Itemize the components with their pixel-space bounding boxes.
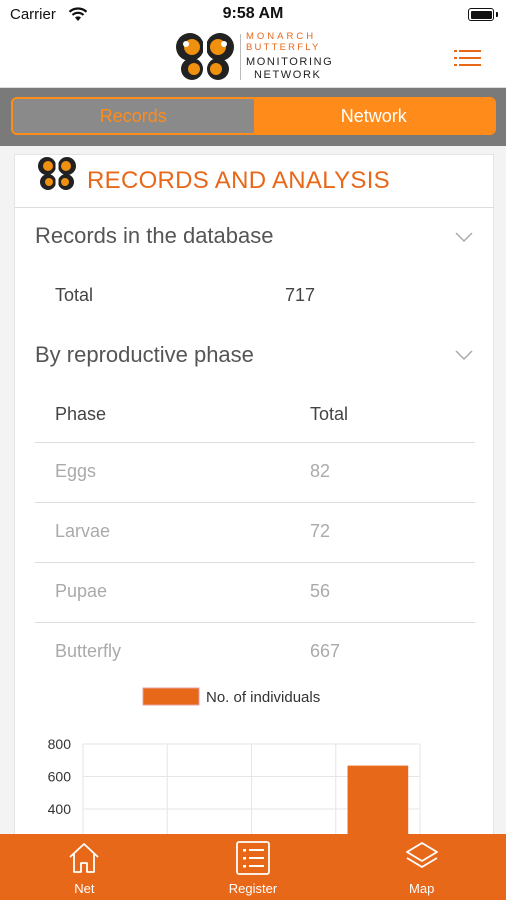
column-header-phase: Phase: [55, 404, 107, 424]
bottom-nav: Net Register Map: [0, 834, 506, 900]
monarch-logo-icon: [38, 157, 76, 191]
status-bar: Carrier 9:58 AM: [0, 0, 506, 30]
legend-swatch: [142, 687, 200, 706]
tab-bar: Records Network: [0, 88, 506, 146]
phase-cell: Eggs: [55, 461, 97, 481]
app-header: MONARCH BUTTERFLY MONITORING NETWORK: [0, 30, 506, 88]
y-tick-label: 800: [48, 736, 72, 752]
logo-line-1: MONARCH: [246, 31, 317, 42]
card-header: RECORDS AND ANALYSIS: [15, 155, 493, 208]
y-tick-label: 400: [48, 801, 72, 817]
column-header-total: Total: [310, 404, 349, 424]
table-row: Butterfly 667: [35, 623, 475, 683]
monarch-logo-icon: [176, 33, 234, 82]
layers-icon: [405, 842, 438, 868]
bar: [347, 765, 409, 834]
nav-label: Register: [228, 881, 278, 896]
table-row: Eggs 82: [35, 443, 475, 503]
phase-cell: Butterfly: [55, 641, 122, 661]
phase-cell: Larvae: [55, 521, 111, 541]
card-title: RECORDS AND ANALYSIS: [87, 167, 390, 194]
menu-icon[interactable]: [454, 49, 481, 67]
content-area[interactable]: RECORDS AND ANALYSIS Records in the data…: [0, 146, 506, 834]
section-title-phase[interactable]: By reproductive phase: [35, 342, 254, 368]
table-header-row: Phase Total: [35, 388, 475, 443]
nav-item-map[interactable]: Map: [337, 834, 506, 900]
total-cell: 72: [310, 521, 331, 541]
tab-records[interactable]: Records: [13, 99, 254, 133]
phase-table: Phase Total Eggs 82 Larvae 72 Pupae 56 B…: [35, 388, 475, 683]
y-tick-label: 600: [48, 769, 72, 785]
table-row: Pupae 56: [35, 563, 475, 623]
section-title-database[interactable]: Records in the database: [35, 223, 274, 249]
logo-wordmark: MONARCH BUTTERFLY MONITORING NETWORK: [246, 32, 346, 81]
total-cell: 82: [310, 461, 331, 481]
segmented-control: Records Network: [11, 97, 496, 135]
total-cell: 667: [310, 641, 341, 661]
list-icon: [236, 841, 270, 875]
tab-network[interactable]: Network: [253, 99, 494, 133]
logo-divider: [240, 34, 241, 80]
total-label: Total: [55, 285, 94, 305]
nav-item-net[interactable]: Net: [0, 834, 169, 900]
clock: 9:58 AM: [222, 5, 284, 22]
home-icon: [69, 843, 99, 873]
individuals-bar-chart: No. of individuals200400600800: [48, 687, 421, 834]
nav-label: Map: [409, 881, 435, 896]
logo-line-3: MONITORING: [246, 56, 334, 68]
chevron-down-icon[interactable]: [455, 349, 473, 361]
chevron-down-icon[interactable]: [455, 231, 473, 243]
logo-line-2: BUTTERFLY: [246, 41, 321, 53]
total-value: 717: [285, 285, 316, 305]
nav-item-register[interactable]: Register: [169, 834, 338, 900]
total-cell: 56: [310, 581, 331, 601]
records-card: RECORDS AND ANALYSIS Records in the data…: [14, 154, 494, 834]
nav-label: Net: [74, 881, 95, 896]
logo-line-4: NETWORK: [254, 69, 322, 81]
legend-label: No. of individuals: [206, 689, 320, 706]
phase-cell: Pupae: [55, 581, 108, 601]
battery-icon: [468, 8, 498, 21]
table-row: Larvae 72: [35, 503, 475, 563]
